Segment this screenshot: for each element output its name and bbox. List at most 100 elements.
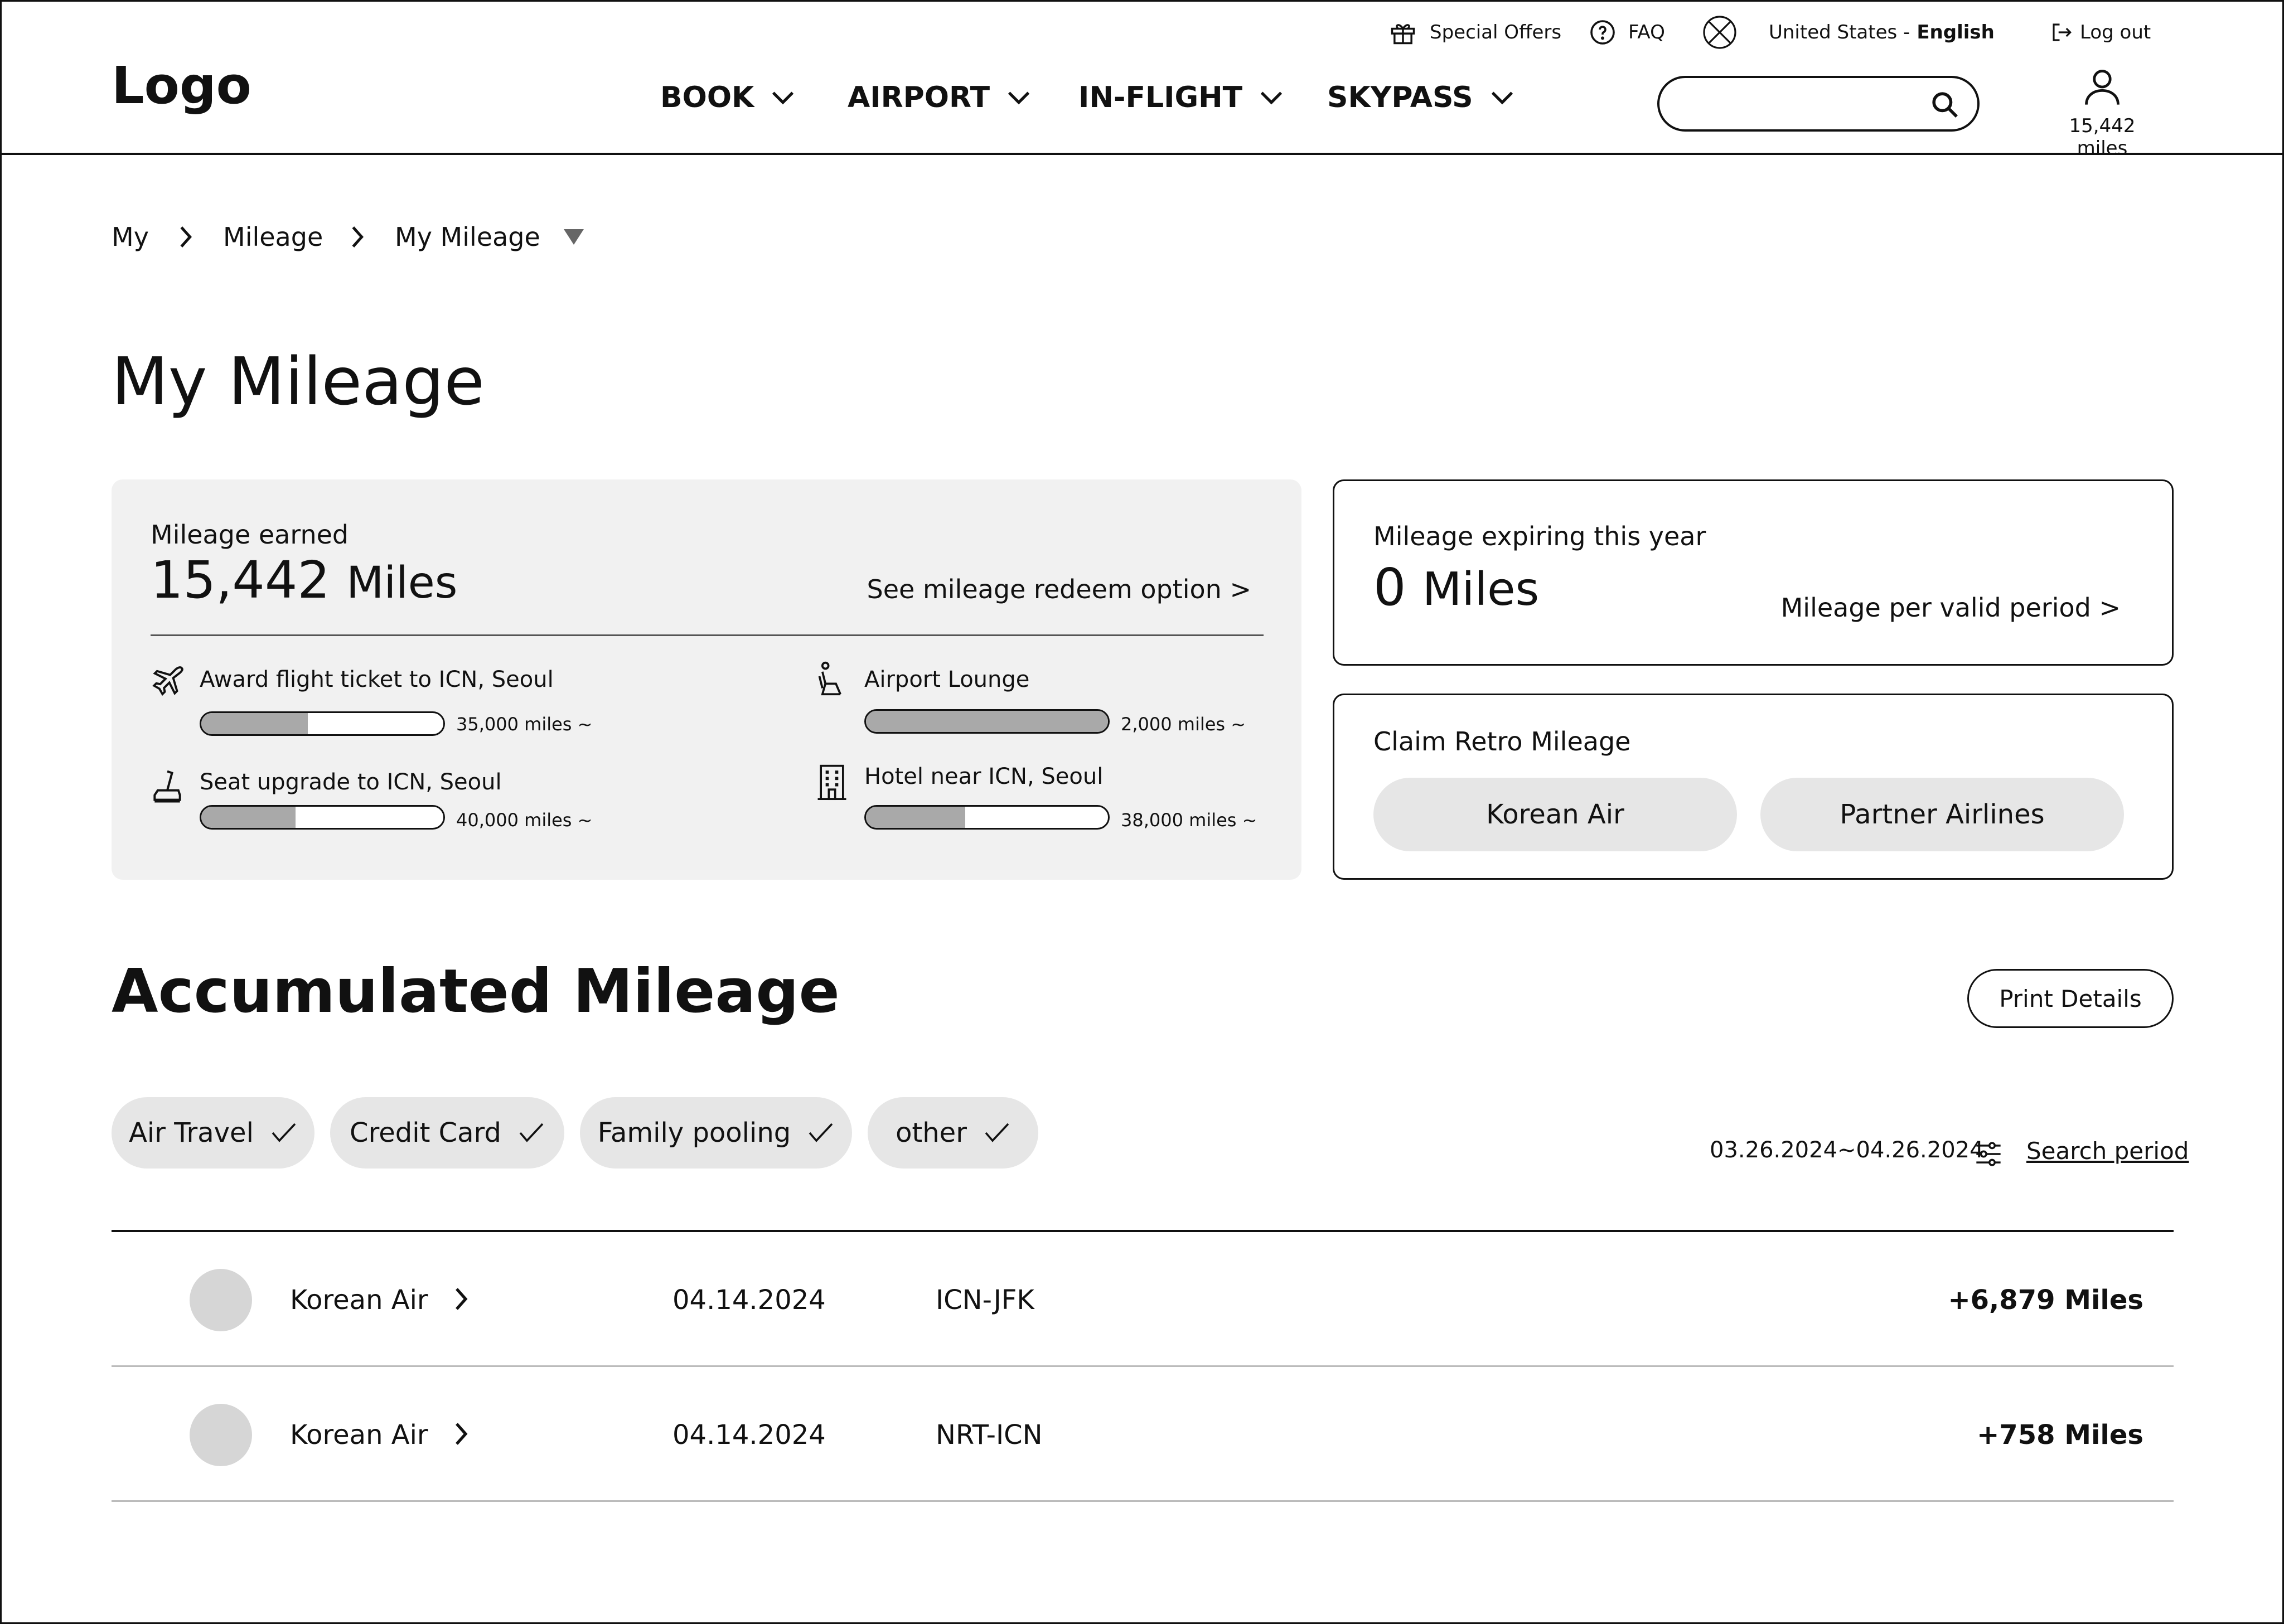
print-details-button[interactable]: Print Details <box>1967 969 2174 1028</box>
reward-progress-bar <box>864 709 1110 734</box>
reward-progress-bar <box>200 711 445 736</box>
chevron-down-icon <box>1260 91 1283 105</box>
reward-label: Hotel near ICN, Seoul <box>864 764 1104 789</box>
reward-requirement: 2,000 miles ~ <box>1121 714 1246 735</box>
special-offers-label: Special Offers <box>1430 21 1562 43</box>
logout-icon <box>2053 23 2072 41</box>
reward-progress-bar <box>200 805 445 830</box>
gift-icon <box>1391 24 1415 45</box>
search-box <box>1657 76 1980 132</box>
row-amount: +6,879 Miles <box>1948 1284 2143 1316</box>
chevron-right-icon <box>180 226 192 248</box>
check-icon <box>519 1123 544 1142</box>
site-logo[interactable]: Logo <box>112 60 251 112</box>
search-period-link[interactable]: Search period <box>2026 1137 2189 1165</box>
nav-skypass[interactable]: SKYPASS <box>1327 78 1517 117</box>
profile-button[interactable]: 15,442 miles <box>2041 66 2164 159</box>
mileage-expiring-label: Mileage expiring this year <box>1373 521 1706 551</box>
site-header: Special Offers FAQ United States - Engli… <box>0 0 2284 159</box>
nav-book[interactable]: BOOK <box>660 78 797 117</box>
mileage-row[interactable]: Korean Air 04.14.2024 ICN-JFK +6,879 Mil… <box>112 1232 2174 1367</box>
filter-label: Air Travel <box>129 1117 254 1148</box>
row-amount: +758 Miles <box>1977 1419 2143 1451</box>
language-label: English <box>1917 21 1995 43</box>
chevron-right-icon[interactable] <box>452 1421 471 1447</box>
filter-chip-family-pooling[interactable]: Family pooling <box>580 1097 852 1169</box>
globe-placeholder-icon <box>1703 16 1736 49</box>
reward-requirement: 38,000 miles ~ <box>1121 809 1257 831</box>
mileage-expiring-card: Mileage expiring this year 0 Miles Milea… <box>1333 479 2174 666</box>
seat-icon <box>153 770 181 803</box>
logout-label: Log out <box>2080 21 2151 43</box>
building-icon <box>817 764 846 801</box>
region-language-selector[interactable]: United States - English <box>1702 14 1995 50</box>
logout-link[interactable]: Log out <box>2050 14 2151 50</box>
reward-progress-fill <box>201 713 308 734</box>
reward-label: Seat upgrade to ICN, Seoul <box>200 769 502 795</box>
faq-link[interactable]: FAQ <box>1589 14 1665 50</box>
reward-progress-fill <box>201 807 296 828</box>
mileage-expiring-number: 0 <box>1373 558 1406 617</box>
profile-miles: 15,442 miles <box>2069 115 2136 159</box>
chevron-down-icon <box>772 91 794 105</box>
claim-partner-airlines-button[interactable]: Partner Airlines <box>1760 778 2124 851</box>
breadcrumb-item-mileage[interactable]: Mileage <box>223 217 323 256</box>
breadcrumb-label: Mileage <box>223 222 323 252</box>
redeem-option-link[interactable]: See mileage redeem option > <box>867 574 1251 604</box>
reward-requirement: 40,000 miles ~ <box>456 809 593 831</box>
chevron-right-icon[interactable] <box>452 1286 471 1312</box>
claim-retro-card: Claim Retro Mileage Korean Air Partner A… <box>1333 694 2174 880</box>
reward-label: Award flight ticket to ICN, Seoul <box>200 667 554 692</box>
claim-retro-label: Claim Retro Mileage <box>1373 726 1631 757</box>
reward-progress-bar <box>864 805 1110 830</box>
mileage-expiring-value: 0 Miles <box>1373 559 1539 615</box>
mileage-earned-number: 15,442 <box>151 550 330 610</box>
breadcrumb-label: My <box>112 222 149 252</box>
nav-skypass-label: SKYPASS <box>1327 81 1473 114</box>
region-label: United States - <box>1769 21 1910 43</box>
row-date: 04.14.2024 <box>672 1419 826 1451</box>
divider <box>151 634 1264 636</box>
caret-down-icon <box>563 229 584 245</box>
lounge-seat-icon <box>818 661 841 696</box>
nav-in-flight[interactable]: IN-FLIGHT <box>1078 78 1286 117</box>
row-airline: Korean Air <box>290 1419 428 1451</box>
filter-chip-air-travel[interactable]: Air Travel <box>112 1097 314 1169</box>
nav-airport-label: AIRPORT <box>848 81 990 114</box>
help-circle-icon <box>1590 20 1615 45</box>
chevron-right-icon <box>352 226 364 248</box>
claim-korean-air-button[interactable]: Korean Air <box>1373 778 1737 851</box>
check-icon <box>985 1123 1009 1142</box>
filter-chip-other[interactable]: other <box>868 1097 1038 1169</box>
nav-airport[interactable]: AIRPORT <box>848 78 1033 117</box>
filter-label: Credit Card <box>350 1117 501 1148</box>
filter-chip-credit-card[interactable]: Credit Card <box>330 1097 564 1169</box>
nav-book-label: BOOK <box>660 81 754 114</box>
search-input[interactable] <box>1676 88 1910 119</box>
user-icon <box>2085 70 2120 105</box>
mileage-earned-card: Mileage earned 15,442 Miles See mileage … <box>112 479 1301 880</box>
page-title: My Mileage <box>112 343 485 420</box>
search-icon[interactable] <box>1929 89 1961 120</box>
row-route: ICN-JFK <box>936 1284 1034 1316</box>
mileage-row[interactable]: Korean Air 04.14.2024 NRT-ICN +758 Miles <box>112 1367 2174 1502</box>
faq-label: FAQ <box>1628 21 1665 43</box>
chevron-down-icon <box>1491 91 1513 105</box>
check-icon <box>272 1123 296 1142</box>
airplane-icon <box>152 666 183 696</box>
mileage-earned-unit: Miles <box>346 558 458 608</box>
row-date: 04.14.2024 <box>672 1284 826 1316</box>
sliders-icon[interactable] <box>1974 1141 2003 1167</box>
chevron-down-icon <box>1008 91 1030 105</box>
breadcrumb-item-my-mileage[interactable]: My Mileage <box>395 217 585 256</box>
mileage-expiring-unit: Miles <box>1422 563 1540 616</box>
reward-progress-fill <box>866 711 1108 732</box>
special-offers-link[interactable]: Special Offers <box>1388 14 1561 50</box>
reward-requirement: 35,000 miles ~ <box>456 714 593 735</box>
period-range: 03.26.2024~04.26.2024 <box>1710 1137 1984 1163</box>
breadcrumb-label: My Mileage <box>395 222 540 252</box>
valid-period-link[interactable]: Mileage per valid period > <box>1781 593 2121 623</box>
mileage-earned-label: Mileage earned <box>151 520 349 550</box>
breadcrumb-item-my[interactable]: My <box>112 217 149 256</box>
filter-label: Family pooling <box>597 1117 791 1148</box>
